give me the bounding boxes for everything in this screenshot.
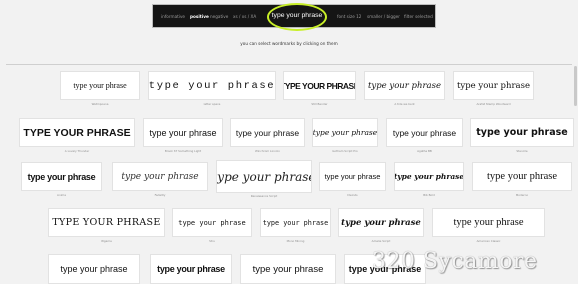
wordmark-card[interactable]: type your phrase [338, 208, 424, 237]
font-caption: Winchrom Lincoln [255, 149, 280, 153]
wordmark-card[interactable]: type your phrase [470, 118, 574, 147]
font-caption: Wgame [101, 239, 112, 243]
wordmark-card[interactable]: type your phrase [216, 160, 312, 193]
wordmark-card[interactable]: type your phrase [21, 162, 102, 191]
wordmark-card[interactable]: type your phrase [260, 208, 331, 237]
font-caption: Dwinds [347, 193, 358, 197]
wordmark-card[interactable]: type your phrase [60, 71, 140, 100]
informative-link[interactable]: informative [161, 14, 185, 19]
smaller-bigger-control[interactable]: smaller / bigger [367, 14, 400, 19]
font-caption: Stencile [516, 149, 528, 153]
wordmark-card[interactable]: type your phrase [230, 118, 305, 147]
wordmark-card[interactable]: type your phrase [472, 162, 572, 191]
watermark: 320 Sycamore [372, 249, 538, 274]
font-caption: letter space [203, 102, 221, 106]
font-caption: Bib Bold [423, 193, 435, 197]
font-caption: Gotham Script Pro [332, 149, 358, 153]
wordmark-card[interactable]: TYPE YOUR PHRASE [19, 118, 135, 147]
wordmark-card[interactable]: type your phrase [172, 208, 252, 237]
font-caption: Brook ST Something Light [164, 149, 202, 153]
font-caption: Still Bender [311, 102, 328, 106]
wordmark-card[interactable]: type your phrase [112, 162, 208, 191]
font-caption: Agatha BB [417, 149, 432, 153]
wordmark-card[interactable]: type your phrase [143, 118, 223, 147]
font-caption: Stru [209, 239, 215, 243]
filter-selected-link[interactable]: filter selected [404, 14, 433, 19]
positive-link[interactable]: positive [190, 14, 209, 19]
wordmark-card[interactable]: type your phrase [150, 254, 232, 284]
font-caption: American Classic [476, 239, 501, 243]
font-caption: Amalie Script [371, 239, 391, 243]
wordmark-card[interactable]: type your phrase [386, 118, 463, 147]
size-links[interactable]: xs / xs / XA [233, 14, 256, 19]
font-caption: Arafat Stamp Woodward [476, 102, 511, 106]
font-caption: Renaissance Script [250, 194, 278, 198]
font-caption: Mono Mining [286, 239, 305, 243]
wordmark-toolbar: informative positive negative xs / xs / … [152, 4, 436, 28]
phrase-input[interactable]: type your phrase [269, 10, 325, 22]
font-caption: A tide we bent [394, 102, 415, 106]
wordmark-card[interactable]: type your phrase [48, 254, 140, 284]
font-size-control[interactable]: font size 12 [337, 14, 361, 19]
font-caption: Fadelity [154, 193, 166, 197]
font-caption: Wetmpoena [91, 102, 109, 106]
selection-hint: you can select wordmarks by clicking on … [240, 41, 338, 46]
wordmark-card[interactable]: type your phrase [319, 162, 386, 191]
wordmark-card[interactable]: type your phrase [312, 118, 378, 147]
scrollbar-thumb[interactable] [574, 66, 577, 106]
negative-link[interactable]: negative [210, 14, 228, 19]
font-caption: A Lovely Thunder [64, 149, 90, 153]
wordmark-card[interactable]: type your phrase [240, 254, 336, 284]
wordmark-card[interactable]: type your phrase [364, 71, 445, 100]
wordmark-card[interactable]: type your phrase [148, 71, 276, 100]
wordmark-card[interactable]: TYPE YOUR PHRASE [283, 71, 356, 100]
divider [6, 64, 572, 65]
wordmark-card[interactable]: type your phrase [394, 162, 464, 191]
wordmark-card[interactable]: TYPE YOUR PHRASE [48, 208, 165, 237]
wordmark-card[interactable]: type your phrase [432, 208, 545, 237]
wordmark-card[interactable]: type your phrase [453, 71, 534, 100]
font-caption: Moderno [515, 193, 529, 197]
font-caption: Anima [57, 193, 66, 197]
